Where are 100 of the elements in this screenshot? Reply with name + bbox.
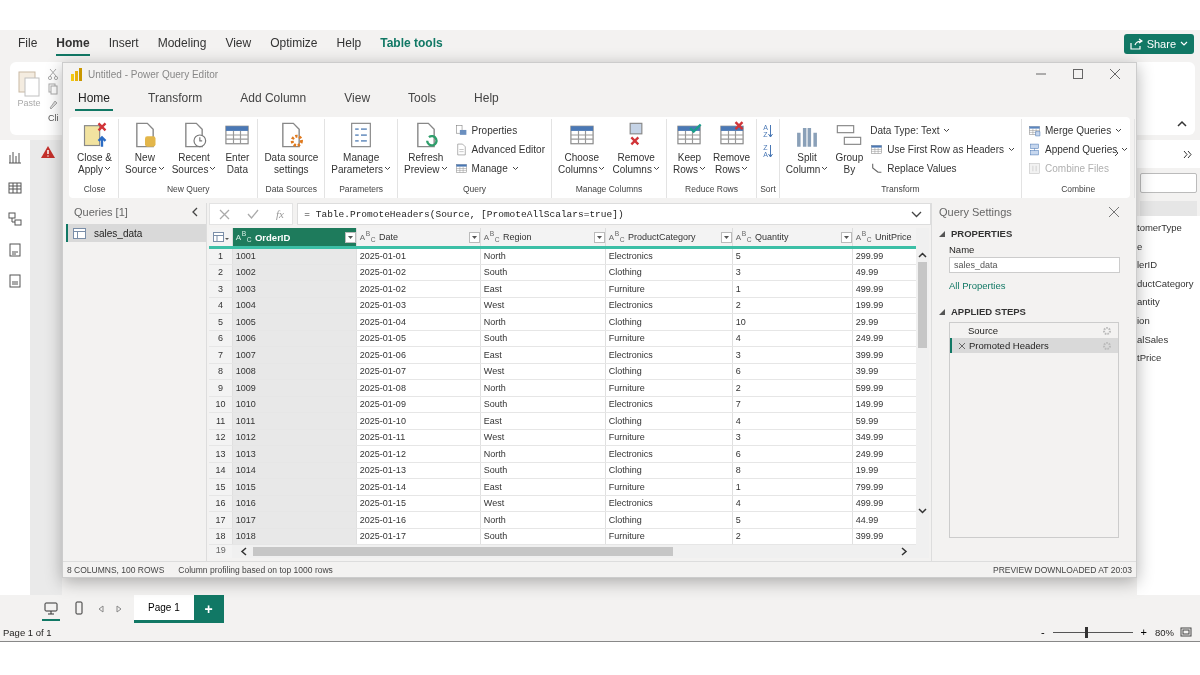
ribbon-button[interactable]: Remove Rows — [709, 119, 754, 184]
filter-dropdown-icon[interactable] — [720, 231, 732, 243]
scroll-thumb[interactable] — [918, 262, 928, 348]
ribbon-button[interactable]: Data Type: Text — [867, 122, 1018, 139]
query-item[interactable]: sales_data — [66, 224, 207, 242]
collapse-triangle-icon[interactable] — [939, 308, 945, 315]
close-icon[interactable] — [1109, 207, 1119, 217]
ribbon-button[interactable]: Use First Row as Headers — [867, 141, 1018, 158]
ribbon-button[interactable]: Properties — [451, 122, 548, 139]
table-cell: Furniture — [605, 478, 733, 495]
ribbon-button[interactable]: Split Column — [782, 119, 832, 184]
applied-step[interactable]: Promoted Headers — [950, 338, 1118, 353]
filter-dropdown-icon[interactable] — [593, 231, 605, 243]
table-cell: 2025-01-05 — [356, 330, 481, 347]
ribbon-button[interactable]: Advanced Editor — [451, 141, 548, 158]
zoom-out-button[interactable]: - — [1038, 626, 1047, 638]
scroll-down-icon[interactable] — [918, 508, 928, 514]
close-icon[interactable] — [1110, 69, 1120, 79]
check-icon[interactable] — [246, 209, 259, 219]
field-name[interactable]: e — [1137, 237, 1200, 257]
previous-page-icon[interactable] — [98, 605, 104, 613]
field-name[interactable]: tPrice — [1137, 349, 1200, 368]
field-name[interactable]: lerID — [1137, 256, 1200, 275]
ribbon-button[interactable]: Close & Apply — [74, 119, 115, 184]
fit-page-icon[interactable] — [1180, 627, 1192, 637]
ribbon-button[interactable]: Manage Parameters — [328, 119, 394, 184]
filter-dropdown-icon[interactable] — [344, 231, 356, 243]
scroll-right-icon[interactable] — [901, 547, 909, 556]
expand-icon[interactable] — [911, 210, 922, 218]
ribbon-button[interactable]: Recent Sources — [168, 119, 220, 184]
all-properties-link[interactable]: All Properties — [949, 280, 1119, 291]
field-name[interactable]: tomerType — [1137, 219, 1200, 238]
menu-tab[interactable]: Optimize — [270, 32, 318, 56]
slider-thumb[interactable] — [1084, 626, 1088, 638]
field-name[interactable]: alSales — [1137, 330, 1200, 350]
ribbon-button[interactable]: Data source settings — [261, 119, 322, 184]
field-name[interactable]: antity — [1137, 293, 1200, 312]
applied-step[interactable]: Source — [950, 323, 1118, 338]
filter-dropdown-icon[interactable] — [468, 231, 480, 243]
ribbon-button[interactable]: Choose Columns — [554, 119, 609, 184]
column-header[interactable]: A$^{B}$$_{C}$ UnitPrice — [852, 228, 917, 248]
ribbon-button[interactable]: Group By — [832, 119, 867, 184]
column-header[interactable]: A$^{B}$$_{C}$ Date — [356, 228, 481, 248]
table-cell: 2025-01-08 — [356, 379, 481, 396]
menu-tab[interactable]: Modeling — [157, 32, 207, 56]
table-icon[interactable] — [8, 181, 22, 195]
expand-pane-icon[interactable] — [1183, 149, 1192, 159]
table-cell: 2025-01-12 — [356, 445, 481, 462]
field-name[interactable]: ductCategory — [1137, 274, 1200, 294]
ribbon-button[interactable]: Enter Data — [220, 119, 255, 184]
column-header[interactable]: A$^{B}$$_{C}$ ProductCategory — [605, 228, 733, 248]
ribbon-tab[interactable]: View — [341, 87, 374, 111]
ribbon-button[interactable]: Remove Columns — [609, 119, 663, 184]
ribbon-button[interactable]: Replace Values — [867, 160, 1018, 177]
ribbon-button[interactable]: Manage — [451, 160, 548, 177]
ribbon-button[interactable]: Merge Queries — [1025, 122, 1132, 139]
table-cell: Clothing — [605, 313, 733, 330]
maximize-icon[interactable] — [1073, 69, 1083, 79]
ribbon-button[interactable]: Refresh Preview — [401, 119, 451, 184]
ribbon-button[interactable]: Keep Rows — [669, 119, 709, 184]
delete-icon[interactable] — [958, 341, 966, 350]
next-page-icon[interactable] — [116, 605, 122, 613]
field-name[interactable]: ion — [1137, 311, 1200, 331]
scroll-left-icon[interactable] — [240, 547, 248, 556]
table-cell: 2025-01-11 — [356, 429, 481, 446]
vertical-scrollbar[interactable] — [916, 228, 930, 558]
column-header[interactable]: A$^{B}$$_{C}$ Region — [480, 228, 606, 248]
scroll-up-icon[interactable] — [918, 252, 928, 258]
menu-tab[interactable]: Help — [336, 32, 362, 56]
filter-dropdown-icon[interactable] — [840, 231, 852, 243]
scroll-thumb[interactable] — [253, 547, 674, 556]
ribbon-tab[interactable]: Transform — [145, 87, 206, 111]
collapse-ribbon-icon[interactable] — [1177, 120, 1187, 127]
share-button[interactable]: Share — [1123, 34, 1194, 54]
table-cell: 5 — [732, 511, 853, 528]
field-row[interactable] — [1140, 201, 1197, 216]
column-header[interactable]: A$^{B}$$_{C}$ OrderID — [232, 228, 357, 248]
menu-tab[interactable]: Insert — [108, 32, 139, 56]
ribbon-button[interactable]: Append Queries — [1025, 141, 1132, 158]
name-field[interactable]: sales_data — [949, 257, 1120, 273]
menu-tab[interactable]: Home — [56, 32, 90, 56]
search-field[interactable] — [1140, 173, 1197, 193]
menu-tab[interactable]: Table tools — [380, 32, 443, 56]
cancel-icon[interactable] — [218, 208, 230, 220]
add-page-button[interactable]: + — [193, 595, 224, 623]
table-menu-icon[interactable] — [212, 232, 229, 242]
formula-field[interactable]: = Table.PromoteHeaders(Source, [PromoteAllScalars=true]) — [297, 203, 931, 225]
ribbon-tab[interactable]: Help — [471, 87, 502, 111]
page-tab[interactable]: Page 1 — [134, 595, 194, 623]
ribbon-tab[interactable]: Add Column — [237, 87, 310, 111]
collapse-triangle-icon[interactable] — [939, 230, 945, 237]
chart-icon[interactable] — [8, 150, 22, 164]
ribbon-tab[interactable]: Tools — [405, 87, 440, 111]
zoom-in-button[interactable]: + — [1138, 626, 1149, 638]
column-header[interactable]: A$^{B}$$_{C}$ Quantity — [732, 228, 853, 248]
collapse-icon[interactable] — [191, 207, 199, 217]
ribbon-button[interactable]: New Source — [122, 119, 168, 184]
ribbon-tab[interactable]: Home — [75, 87, 113, 111]
menu-tab[interactable]: View — [225, 32, 252, 56]
menu-tab[interactable]: File — [18, 32, 38, 56]
